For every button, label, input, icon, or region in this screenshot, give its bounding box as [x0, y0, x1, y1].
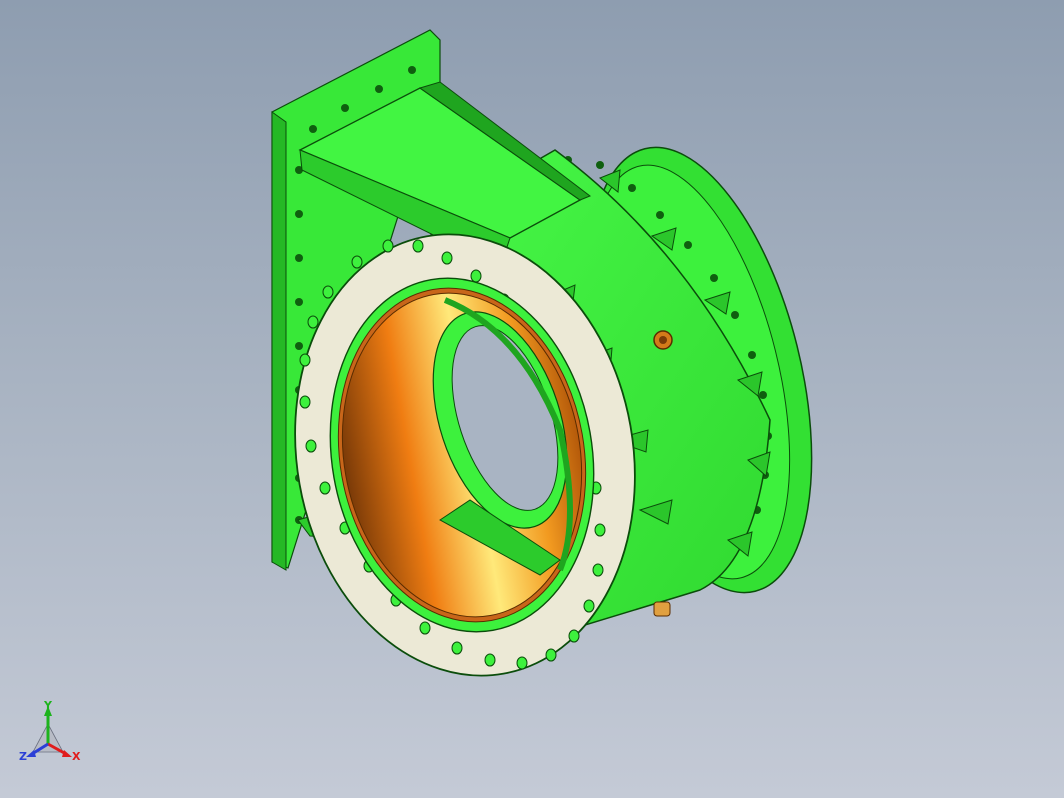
axis-z-label: Z	[19, 750, 27, 763]
axis-y-label: Y	[43, 700, 53, 712]
valve-assembly-3d-model[interactable]	[0, 0, 1064, 798]
coordinate-triad-icon: Y Z X	[19, 699, 81, 763]
cad-viewport[interactable]: Y Z X	[0, 0, 1064, 798]
axis-x-label: X	[72, 750, 81, 763]
coordinate-triad: Y Z X	[18, 699, 88, 770]
